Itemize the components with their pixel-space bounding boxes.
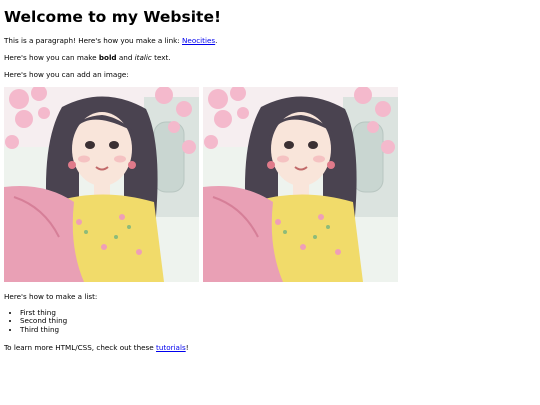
paragraph-link: This is a paragraph! Here's how you make… <box>4 36 536 45</box>
formatting-text-after: text. <box>151 52 171 62</box>
italic-text: italic <box>134 52 152 62</box>
footer-text: To learn more HTML/CSS, check out these <box>4 342 157 352</box>
footer-paragraph: To learn more HTML/CSS, check out these … <box>4 343 536 352</box>
list-intro: Here's how to make a list: <box>4 291 98 301</box>
girl-illustration-image <box>4 86 199 282</box>
list-item: First thing <box>20 308 536 318</box>
page-title: Welcome to my Website! <box>4 8 222 26</box>
list-item: Second thing <box>20 317 536 326</box>
tutorials-link[interactable]: tutorials <box>156 343 186 352</box>
list-item: Third thing <box>20 325 536 335</box>
page-content: Welcome to my Website! This is a paragra… <box>0 0 540 352</box>
thing-list: First thing Second thing Third thing <box>4 308 536 335</box>
paragraph-link-text: This is a paragraph! Here's how you make… <box>4 35 183 45</box>
paragraph-link-end: . <box>215 35 218 45</box>
girl-illustration-image-2 <box>203 86 398 282</box>
bold-text: bold <box>98 52 117 62</box>
paragraph-image: Here's how you can add an image: <box>4 69 129 79</box>
neocities-link[interactable]: Neocities <box>182 36 215 45</box>
image-row <box>4 86 536 282</box>
paragraph-formatting: Here's how you can make bold and italic … <box>4 53 536 62</box>
formatting-text-before: Here's how you can make <box>4 52 99 62</box>
formatting-text-middle: and <box>116 52 135 62</box>
footer-text-end: ! <box>185 342 189 352</box>
